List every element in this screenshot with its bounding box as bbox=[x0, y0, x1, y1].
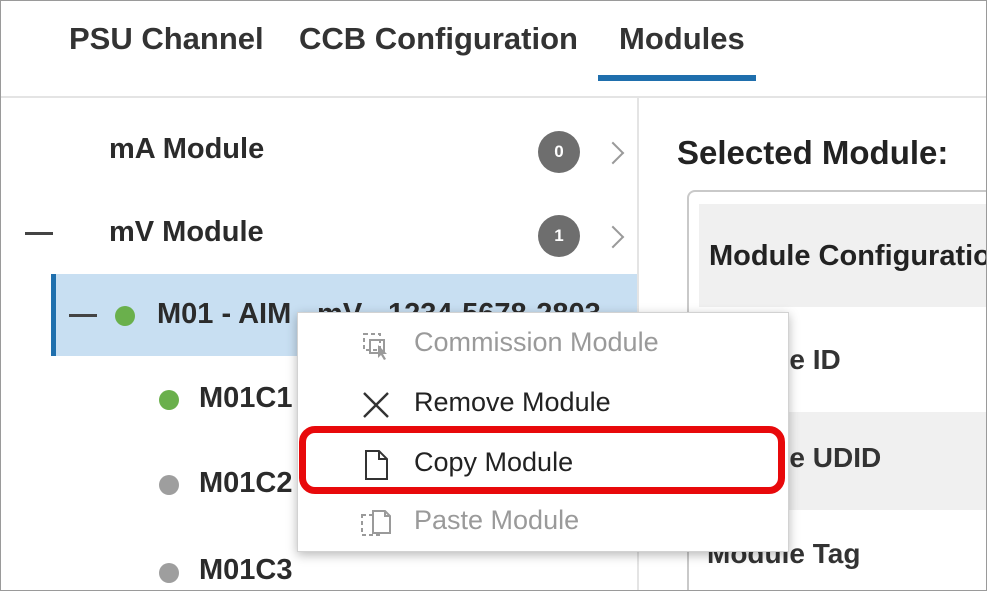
tree-item-label: M01C3 bbox=[199, 554, 293, 586]
menu-item-remove-module[interactable]: Remove Module bbox=[298, 375, 788, 433]
tab-ccb-configuration[interactable]: CCB Configuration bbox=[299, 21, 578, 57]
selection-indicator bbox=[51, 274, 56, 356]
tab-bar: PSU Channel CCB Configuration Modules bbox=[1, 1, 986, 98]
tree-group-label: mV Module bbox=[109, 216, 264, 248]
tab-modules[interactable]: Modules bbox=[619, 21, 745, 57]
menu-item-label: Remove Module bbox=[414, 387, 611, 417]
count-badge: 1 bbox=[538, 215, 580, 257]
selected-module-title: Selected Module: bbox=[677, 134, 949, 171]
menu-item-label: Commission Module bbox=[414, 327, 659, 357]
collapse-icon[interactable] bbox=[69, 314, 97, 317]
status-dot-icon bbox=[115, 306, 135, 326]
status-dot-icon bbox=[159, 563, 179, 583]
menu-item-paste-module[interactable]: Paste Module bbox=[298, 493, 788, 551]
tree-item-label: M01C2 bbox=[199, 467, 293, 499]
paste-icon bbox=[361, 510, 391, 536]
app-frame: PSU Channel CCB Configuration Modules mA… bbox=[0, 0, 987, 591]
collapse-icon[interactable] bbox=[25, 232, 53, 235]
card-header: Module Configuration bbox=[699, 204, 986, 307]
card-heading: Module Configuration bbox=[709, 240, 986, 272]
status-dot-icon bbox=[159, 475, 179, 495]
status-dot-icon bbox=[159, 390, 179, 410]
menu-item-commission-module[interactable]: Commission Module bbox=[298, 315, 788, 373]
count-badge: 0 bbox=[538, 131, 580, 173]
menu-item-label: Paste Module bbox=[414, 505, 580, 535]
copy-module-highlight bbox=[299, 426, 785, 494]
tree-item-label: M01C1 bbox=[199, 382, 293, 414]
chevron-right-icon[interactable] bbox=[601, 141, 625, 165]
chevron-right-icon[interactable] bbox=[601, 225, 625, 249]
active-tab-indicator bbox=[598, 75, 756, 81]
tree-group-label: mA Module bbox=[109, 133, 265, 165]
tab-psu-channel[interactable]: PSU Channel bbox=[69, 21, 264, 57]
tree-group-ma-module[interactable]: mA Module 0 bbox=[1, 111, 637, 193]
tree-group-mv-module[interactable]: mV Module 1 bbox=[1, 194, 637, 276]
close-icon bbox=[363, 392, 389, 418]
commission-icon bbox=[363, 333, 387, 360]
